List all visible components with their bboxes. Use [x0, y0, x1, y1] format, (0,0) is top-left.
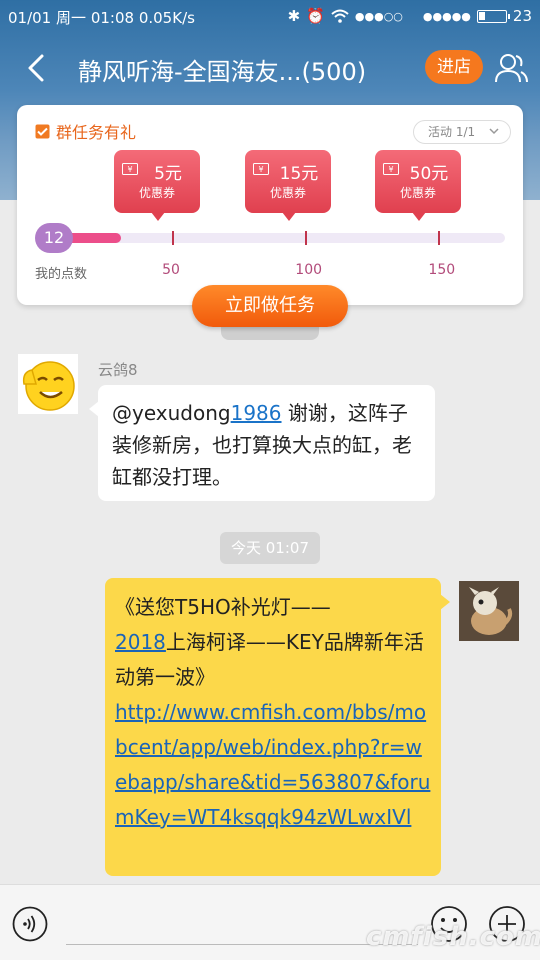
do-task-button[interactable]: 立即做任务	[192, 285, 348, 327]
activity-dropdown[interactable]: 活动 1/1	[413, 120, 511, 144]
signal-icon: ●●●○○	[354, 9, 403, 23]
task-card-title-text: 群任务有礼	[56, 123, 137, 142]
mention-prefix: @yexudong	[112, 401, 231, 425]
bluetooth-icon: ✱	[287, 7, 301, 25]
enter-store-button[interactable]: 进店	[425, 50, 483, 84]
coupon-amount: 5元	[154, 164, 182, 184]
message-line-a: 《送您T5HO补光灯——	[115, 595, 331, 619]
battery-icon	[476, 9, 510, 23]
task-card-title: 群任务有礼	[35, 119, 136, 143]
milestone-tick	[172, 231, 175, 245]
status-time: 01:08	[90, 9, 135, 27]
points-progress-bar	[39, 231, 505, 245]
milestone-150: 150	[428, 262, 456, 278]
year-link[interactable]: 2018	[115, 630, 166, 654]
milestone-tick	[305, 231, 308, 245]
status-date: 01/01	[8, 9, 52, 27]
my-points-label: 我的点数	[35, 267, 88, 282]
share-url-link[interactable]: http://www.cmfish.com/bbs/mobcent/app/we…	[115, 700, 430, 829]
coupon-5[interactable]: ¥ 5元 优惠券	[114, 150, 200, 221]
back-icon[interactable]	[20, 50, 56, 86]
group-task-card: 群任务有礼 活动 1/1 ¥ 5元 优惠券 ¥ 15元 优惠券 ¥ 50元 优惠…	[17, 105, 523, 305]
milestone-100: 100	[295, 262, 323, 278]
coupon-15[interactable]: ¥ 15元 优惠券	[245, 150, 331, 221]
status-left: 01/01 周一 01:08 0.05K/s	[8, 7, 195, 28]
alarm-icon: ⏰	[306, 7, 325, 25]
activity-label: 活动 1/1	[428, 125, 476, 139]
status-right: ✱ ⏰ ●●●○○ ●●●●● 23	[288, 7, 532, 25]
nav-bar: 静风听海-全国海友...(500) 进店	[0, 40, 540, 96]
checkbox-icon	[35, 124, 50, 138]
milestone-tick	[438, 231, 441, 245]
status-speed: 0.05K/s	[138, 9, 195, 27]
status-weekday: 周一	[56, 9, 87, 27]
battery-percent: 23	[512, 7, 532, 25]
coupon-label: 优惠券	[269, 186, 306, 200]
signal2-icon: ●●●●●	[422, 9, 471, 23]
wifi-icon	[331, 9, 349, 23]
my-points-badge: 12	[35, 223, 73, 253]
message-timestamp: 今天 01:07	[220, 532, 320, 564]
sender-name: 云鸽8	[98, 361, 138, 379]
site-watermark: cmfish.com	[366, 922, 540, 952]
coupon-50[interactable]: ¥ 50元 优惠券	[375, 150, 461, 221]
coupon-amount: 15元	[279, 164, 319, 184]
my-avatar[interactable]	[459, 581, 519, 641]
chevron-down-icon	[489, 128, 499, 135]
incoming-message-bubble[interactable]: @yexudong1986 谢谢，这阵子装修新房，也打算换大点的缸，老缸都没打理…	[89, 385, 435, 501]
coupon-label: 优惠券	[399, 186, 436, 200]
voice-icon[interactable]	[12, 906, 48, 942]
status-bar: 01/01 周一 01:08 0.05K/s ✱ ⏰ ●●●○○ ●●●●● 2…	[0, 0, 540, 32]
mention-link[interactable]: 1986	[231, 401, 282, 425]
battery-fill	[478, 11, 485, 20]
group-members-icon[interactable]	[494, 52, 528, 84]
outgoing-message-bubble[interactable]: 《送您T5HO补光灯—— 2018上海柯译——KEY品牌新年活动第一波》 http:…	[105, 578, 450, 876]
coupon-amount: 50元	[409, 164, 449, 184]
milestone-50: 50	[162, 262, 180, 278]
group-title: 静风听海-全国海友...(500)	[78, 58, 367, 86]
sender-avatar[interactable]	[18, 354, 78, 414]
coupon-label: 优惠券	[138, 186, 175, 200]
